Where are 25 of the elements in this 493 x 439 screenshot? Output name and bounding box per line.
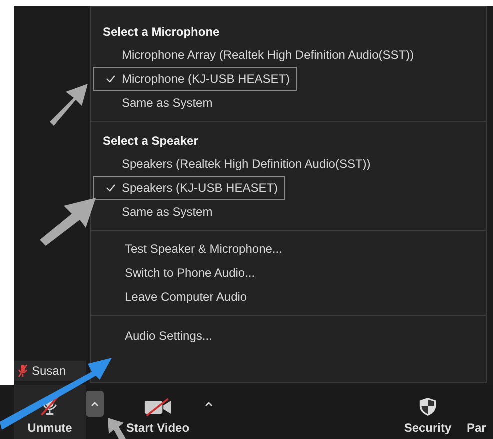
- audio-options-button[interactable]: [86, 391, 104, 417]
- checkmark-icon: [106, 75, 116, 83]
- device-option[interactable]: Same as System: [93, 91, 220, 115]
- security-button[interactable]: Security: [393, 385, 463, 439]
- section-heading: Select a Speaker: [102, 133, 200, 150]
- device-option[interactable]: Speakers (KJ-USB HEASET): [93, 176, 286, 200]
- device-option[interactable]: Speakers (Realtek High Definition Audio(SST)): [93, 152, 378, 176]
- device-option[interactable]: Microphone (KJ-USB HEASET): [93, 67, 298, 91]
- muted-mic-icon: [18, 364, 28, 378]
- menu-item[interactable]: Test Speaker & Microphone...: [93, 237, 290, 261]
- audio-settings-item[interactable]: Audio Settings...: [93, 324, 220, 348]
- device-option[interactable]: Same as System: [93, 200, 220, 224]
- video-off-icon: [144, 398, 172, 417]
- participants-button[interactable]: Par: [463, 385, 493, 439]
- shield-icon: [419, 397, 437, 417]
- device-option[interactable]: Microphone Array (Realtek High Definition Audio(SST)): [93, 43, 422, 67]
- caret-icon: [91, 402, 99, 406]
- checkmark-icon: [106, 184, 116, 192]
- menu-item[interactable]: Leave Computer Audio: [93, 285, 254, 309]
- annotation-arrow: [50, 84, 88, 126]
- menu-item[interactable]: Switch to Phone Audio...: [93, 261, 262, 285]
- section-heading: Select a Microphone: [102, 24, 221, 41]
- participant-name: Susan: [32, 364, 66, 378]
- annotation-arrow: [40, 198, 96, 246]
- caret-icon: [205, 402, 213, 406]
